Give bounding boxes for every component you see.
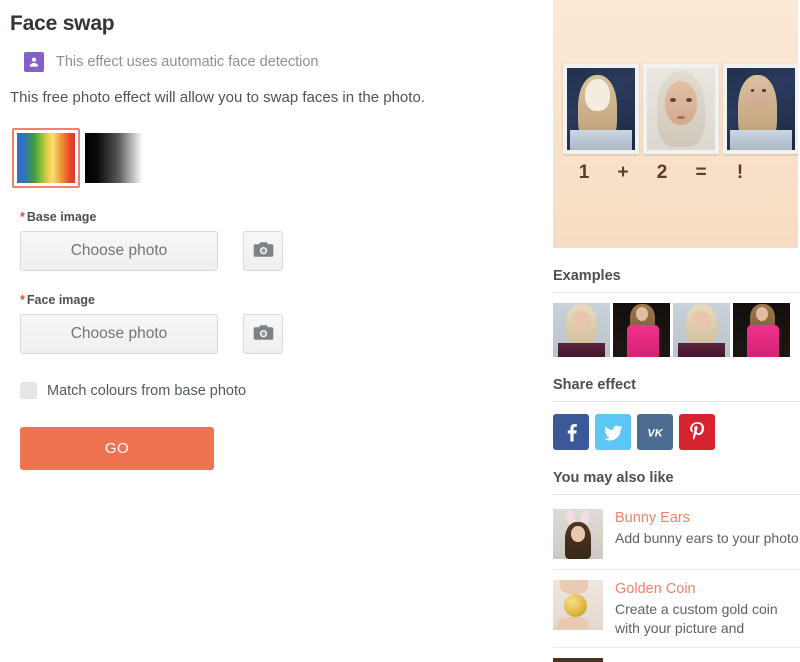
examples-divider bbox=[553, 292, 800, 293]
camera-icon bbox=[253, 324, 274, 344]
face-detection-label: This effect uses automatic face detectio… bbox=[56, 54, 319, 70]
facebook-icon bbox=[561, 422, 581, 442]
share-button-row: VK bbox=[553, 414, 800, 450]
camera-icon bbox=[253, 241, 274, 261]
match-colours-row[interactable]: Match colours from base photo bbox=[20, 382, 530, 399]
formula-plus: + bbox=[617, 162, 629, 183]
page-title: Face swap bbox=[10, 12, 115, 35]
rainbow-gradient-icon bbox=[17, 133, 75, 183]
list-item-title[interactable]: Bunny Ears bbox=[615, 509, 800, 527]
face-detection-note: This effect uses automatic face detectio… bbox=[24, 52, 530, 72]
twitter-icon bbox=[603, 422, 624, 443]
bunny-ears-thumbnail bbox=[553, 509, 603, 559]
base-photo-preview bbox=[563, 64, 639, 154]
share-pinterest-button[interactable] bbox=[679, 414, 715, 450]
face-image-upload-row: Choose photo bbox=[20, 314, 530, 354]
result-photo-preview bbox=[723, 64, 798, 154]
examples-heading: Examples bbox=[553, 268, 621, 284]
golden-coin-thumbnail bbox=[553, 580, 603, 630]
grayscale-gradient-icon bbox=[85, 133, 143, 183]
svg-text:VK: VK bbox=[647, 428, 663, 439]
base-choose-photo-button[interactable]: Choose photo bbox=[20, 231, 218, 271]
pinterest-icon bbox=[687, 421, 707, 443]
share-vk-button[interactable]: VK bbox=[637, 414, 673, 450]
required-asterisk: * bbox=[20, 210, 25, 224]
example-thumb-3[interactable] bbox=[673, 303, 730, 357]
base-camera-button[interactable] bbox=[243, 231, 283, 271]
examples-row bbox=[553, 303, 800, 357]
preview-photo-row bbox=[563, 64, 798, 154]
effect-form-column: Face swap This effect uses automatic fac… bbox=[0, 0, 540, 662]
example-thumb-1[interactable] bbox=[553, 303, 610, 357]
vk-icon: VK bbox=[644, 425, 666, 439]
share-twitter-button[interactable] bbox=[595, 414, 631, 450]
example-thumb-2[interactable] bbox=[613, 303, 670, 357]
share-facebook-button[interactable] bbox=[553, 414, 589, 450]
match-colours-label: Match colours from base photo bbox=[47, 382, 247, 399]
list-item-text bbox=[615, 658, 800, 660]
face-photo-preview bbox=[643, 64, 719, 154]
face-image-label: * Face image bbox=[20, 293, 530, 307]
page-description: This free photo effect will allow you to… bbox=[10, 89, 425, 106]
face-image-label-text: Face image bbox=[26, 293, 95, 307]
swatch-option-grayscale[interactable] bbox=[80, 128, 148, 188]
base-image-label-text: Base image bbox=[26, 210, 97, 224]
example-thumb-4[interactable] bbox=[733, 303, 790, 357]
list-item[interactable] bbox=[553, 648, 800, 662]
formula-second: 2 bbox=[656, 162, 668, 183]
list-item[interactable]: Bunny Ears Add bunny ears to your photo bbox=[553, 499, 800, 570]
list-item-text: Golden Coin Create a custom gold coin wi… bbox=[615, 580, 800, 637]
share-heading: Share effect bbox=[553, 377, 637, 393]
list-item-thumbnail bbox=[553, 658, 603, 662]
list-item-text: Bunny Ears Add bunny ears to your photo bbox=[615, 509, 800, 548]
swatch-option-rainbow[interactable] bbox=[12, 128, 80, 188]
list-item-description: Create a custom gold coin with your pict… bbox=[615, 601, 778, 636]
share-divider bbox=[553, 401, 800, 402]
preview-formula: 1 + 2 = ! bbox=[563, 162, 798, 184]
required-asterisk: * bbox=[20, 293, 25, 307]
list-item[interactable]: Golden Coin Create a custom gold coin wi… bbox=[553, 570, 800, 649]
face-choose-photo-button[interactable]: Choose photo bbox=[20, 314, 218, 354]
effect-page: Face swap This effect uses automatic fac… bbox=[0, 0, 800, 662]
list-item-description: Add bunny ears to your photo bbox=[615, 530, 799, 547]
style-swatch-row bbox=[12, 128, 530, 188]
formula-first: 1 bbox=[578, 162, 590, 183]
you-may-also-like-divider bbox=[553, 494, 800, 495]
match-colours-checkbox[interactable] bbox=[20, 382, 37, 399]
face-camera-button[interactable] bbox=[243, 314, 283, 354]
user-badge-icon bbox=[24, 52, 44, 72]
formula-equals: = bbox=[695, 162, 707, 183]
you-may-also-like-heading: You may also like bbox=[553, 470, 674, 486]
formula-result: ! bbox=[736, 162, 744, 183]
base-image-upload-row: Choose photo bbox=[20, 231, 530, 271]
effect-preview-card: 1 + 2 = ! bbox=[553, 0, 798, 248]
list-item-title[interactable]: Golden Coin bbox=[615, 580, 800, 598]
sidebar: 1 + 2 = ! Examples Share effect VK You m… bbox=[553, 0, 800, 662]
base-image-label: * Base image bbox=[20, 210, 530, 224]
you-may-also-like-list: Bunny Ears Add bunny ears to your photo … bbox=[553, 499, 800, 662]
go-button[interactable]: GO bbox=[20, 427, 214, 470]
